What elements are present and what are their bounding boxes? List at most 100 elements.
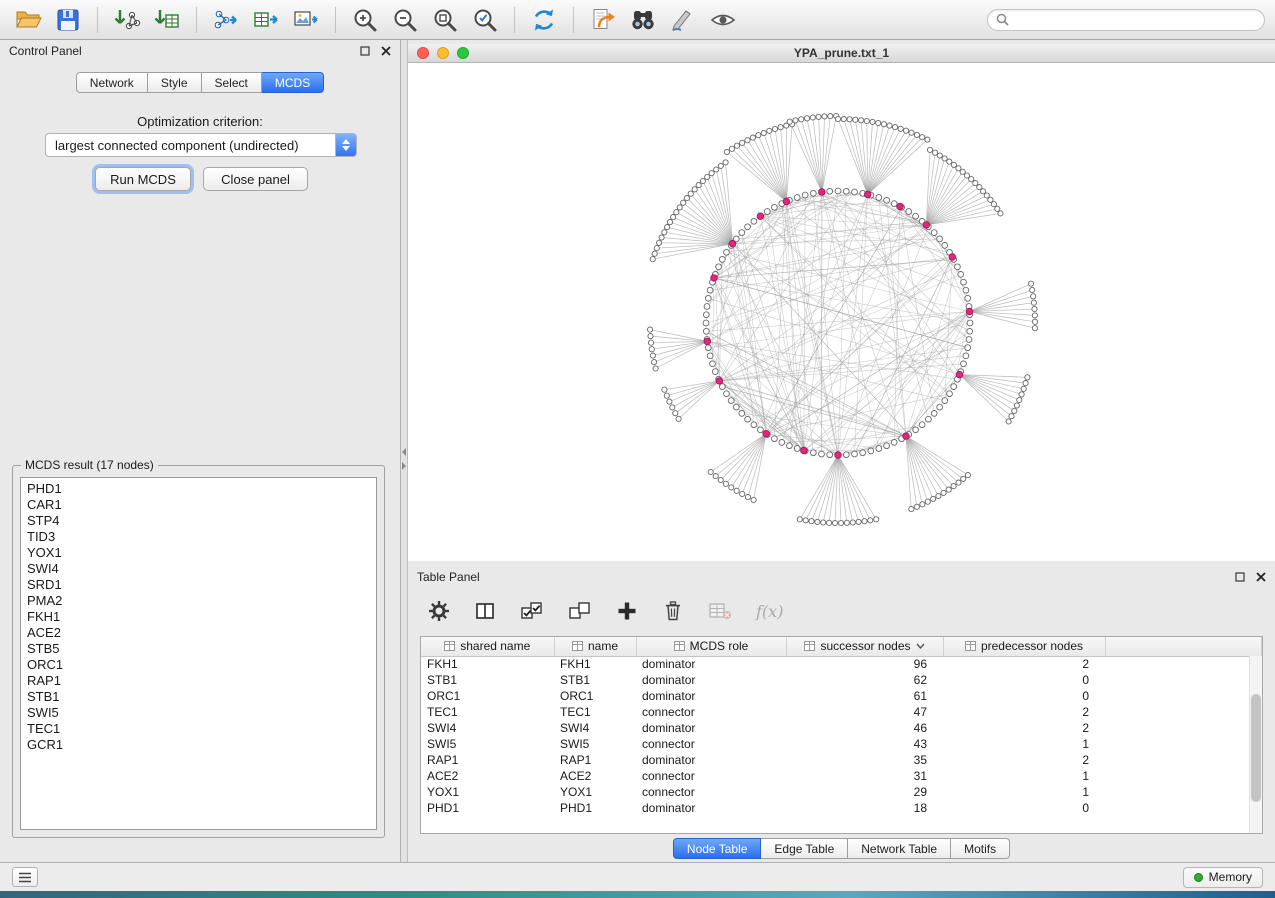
table-cell[interactable]: STB1 (421, 672, 554, 688)
table-cell[interactable]: 46 (786, 720, 943, 736)
float-panel-icon[interactable] (1235, 572, 1245, 582)
mcds-result-item[interactable]: SWI5 (27, 705, 376, 721)
table-cell[interactable]: 43 (786, 736, 943, 752)
close-panel-icon[interactable] (1256, 572, 1266, 582)
zoom-in-button[interactable] (347, 4, 383, 36)
float-panel-icon[interactable] (360, 46, 370, 56)
table-cell[interactable]: 96 (786, 656, 943, 672)
table-cell[interactable]: 47 (786, 704, 943, 720)
table-cell[interactable]: TEC1 (421, 704, 554, 720)
table-cell[interactable]: ACE2 (554, 768, 636, 784)
table-cell[interactable]: SWI4 (554, 720, 636, 736)
mcds-result-item[interactable]: TEC1 (27, 721, 376, 737)
close-panel-button[interactable]: Close panel (203, 167, 308, 191)
table-cell[interactable]: 2 (943, 720, 1105, 736)
network-graph[interactable] (408, 63, 1275, 561)
close-panel-icon[interactable] (381, 46, 391, 56)
mcds-result-item[interactable]: TID3 (27, 529, 376, 545)
table-scrollbar[interactable] (1249, 656, 1262, 833)
table-cell[interactable]: 1 (943, 736, 1105, 752)
mcds-result-item[interactable]: RAP1 (27, 673, 376, 689)
mcds-result-item[interactable]: ACE2 (27, 625, 376, 641)
tab-style[interactable]: Style (148, 72, 202, 93)
table-cell[interactable]: 35 (786, 752, 943, 768)
find-button[interactable] (625, 4, 661, 36)
mcds-result-item[interactable]: CAR1 (27, 497, 376, 513)
mcds-result-item[interactable]: PMA2 (27, 593, 376, 609)
table-cell[interactable]: connector (636, 704, 786, 720)
column-header-shared-name[interactable]: shared name (421, 637, 554, 656)
table-row[interactable]: RAP1RAP1dominator352 (421, 752, 1262, 768)
network-canvas[interactable] (408, 63, 1275, 561)
tab-network-table[interactable]: Network Table (848, 838, 951, 859)
table-cell[interactable]: PHD1 (554, 800, 636, 816)
window-close-icon[interactable] (417, 47, 429, 59)
column-chooser-icon[interactable] (474, 600, 496, 622)
table-cell[interactable]: YOX1 (554, 784, 636, 800)
table-cell[interactable]: 0 (943, 672, 1105, 688)
table-cell[interactable]: SWI4 (421, 720, 554, 736)
tab-motifs[interactable]: Motifs (951, 838, 1010, 859)
select-all-icon[interactable] (520, 600, 544, 622)
table-row[interactable]: STB1STB1dominator620 (421, 672, 1262, 688)
search-input[interactable] (1015, 13, 1256, 27)
clipboard-share-button[interactable] (585, 4, 621, 36)
table-cell[interactable]: dominator (636, 688, 786, 704)
table-cell[interactable]: FKH1 (554, 656, 636, 672)
import-table-button[interactable] (149, 4, 185, 36)
mcds-result-item[interactable]: GCR1 (27, 737, 376, 753)
table-row[interactable]: YOX1YOX1connector291 (421, 784, 1262, 800)
table-row[interactable]: SWI4SWI4dominator462 (421, 720, 1262, 736)
table-cell[interactable]: ORC1 (421, 688, 554, 704)
column-header-name[interactable]: name (554, 637, 636, 656)
panel-splitter[interactable] (401, 40, 408, 862)
table-cell[interactable]: FKH1 (421, 656, 554, 672)
table-scrollbar-thumb[interactable] (1251, 694, 1261, 802)
export-table-button[interactable] (248, 4, 284, 36)
table-cell[interactable]: 0 (943, 688, 1105, 704)
table-row[interactable]: FKH1FKH1dominator962 (421, 656, 1262, 672)
memory-button[interactable]: Memory (1183, 867, 1263, 888)
status-menu-button[interactable] (12, 867, 38, 887)
export-image-button[interactable] (288, 4, 324, 36)
mcds-result-item[interactable]: STB5 (27, 641, 376, 657)
table-cell[interactable]: ORC1 (554, 688, 636, 704)
table-cell[interactable]: connector (636, 784, 786, 800)
zoom-fit-button[interactable] (427, 4, 463, 36)
table-cell[interactable]: 31 (786, 768, 943, 784)
table-cell[interactable]: SWI5 (554, 736, 636, 752)
table-cell[interactable]: ACE2 (421, 768, 554, 784)
tab-node-table[interactable]: Node Table (673, 838, 762, 859)
column-header-successor-nodes[interactable]: successor nodes (786, 637, 943, 656)
tab-edge-table[interactable]: Edge Table (761, 838, 848, 859)
table-cell[interactable]: dominator (636, 656, 786, 672)
visual-style-button[interactable] (665, 4, 701, 36)
search-box[interactable] (987, 9, 1265, 31)
save-button[interactable] (50, 4, 86, 36)
table-cell[interactable]: 18 (786, 800, 943, 816)
tab-mcds[interactable]: MCDS (262, 72, 324, 93)
tab-network[interactable]: Network (76, 72, 148, 93)
table-cell[interactable]: 0 (943, 800, 1105, 816)
table-cell[interactable]: PHD1 (421, 800, 554, 816)
table-row[interactable]: ACE2ACE2connector311 (421, 768, 1262, 784)
table-row[interactable]: TEC1TEC1connector472 (421, 704, 1262, 720)
window-zoom-icon[interactable] (457, 47, 469, 59)
table-row[interactable]: PHD1PHD1dominator180 (421, 800, 1262, 816)
tab-select[interactable]: Select (202, 72, 262, 93)
table-row[interactable]: SWI5SWI5connector431 (421, 736, 1262, 752)
zoom-out-button[interactable] (387, 4, 423, 36)
table-cell[interactable]: 62 (786, 672, 943, 688)
mcds-result-item[interactable]: ORC1 (27, 657, 376, 673)
table-cell[interactable]: 1 (943, 784, 1105, 800)
table-cell[interactable]: 2 (943, 704, 1105, 720)
column-header-MCDS-role[interactable]: MCDS role (636, 637, 786, 656)
window-minimize-icon[interactable] (437, 47, 449, 59)
network-window-titlebar[interactable]: YPA_prune.txt_1 (408, 44, 1275, 63)
export-network-button[interactable] (208, 4, 244, 36)
mcds-result-list[interactable]: PHD1CAR1STP4TID3YOX1SWI4SRD1PMA2FKH1ACE2… (20, 477, 377, 830)
mcds-result-item[interactable]: SWI4 (27, 561, 376, 577)
refresh-button[interactable] (526, 4, 562, 36)
table-cell[interactable]: SWI5 (421, 736, 554, 752)
table-cell[interactable]: dominator (636, 800, 786, 816)
